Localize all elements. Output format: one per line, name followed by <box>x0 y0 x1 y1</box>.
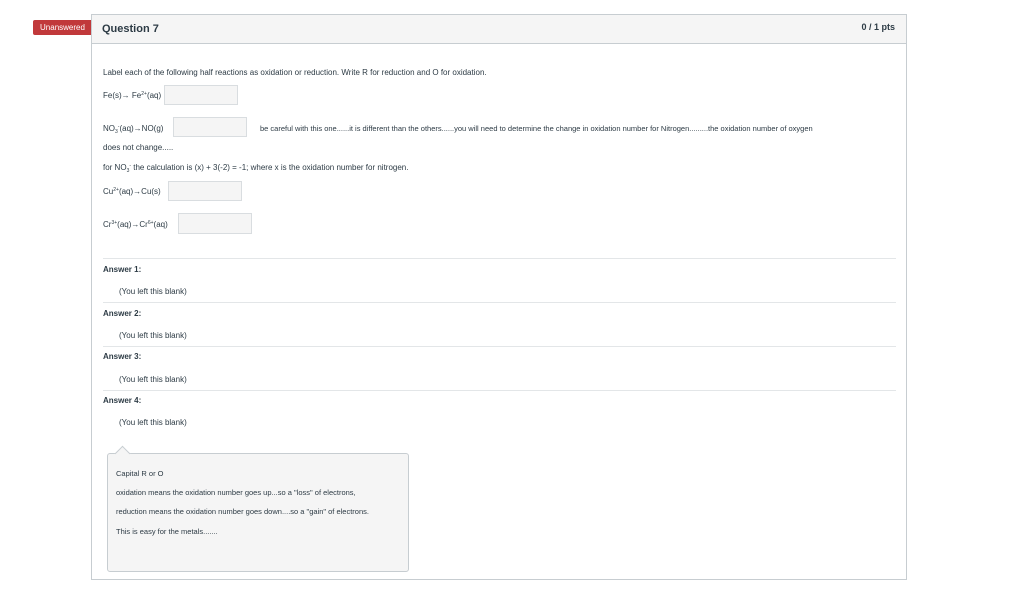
hint-line-1: be careful with this one......it is diff… <box>260 124 813 133</box>
reaction-3: Cu2+(aq)→Cu(s) <box>103 187 161 196</box>
reaction-1: Fe(s)→ Fe2+(aq) <box>103 91 162 100</box>
hint-line-2: does not change..... <box>103 143 174 152</box>
answer-4-field[interactable] <box>178 213 252 234</box>
calculation-note: for NO3- the calculation is (x) + 3(-2) … <box>103 163 409 174</box>
divider <box>103 390 896 391</box>
divider <box>103 302 896 303</box>
answer-2-field[interactable] <box>173 117 247 137</box>
comment-line: oxidation means the oxidation number goe… <box>116 488 356 497</box>
question-title: Question 7 <box>102 23 159 35</box>
answer-label: Answer 1: <box>103 265 142 274</box>
question-card: Question 7 0 / 1 pts Label each of the f… <box>91 14 907 580</box>
answer-label: Answer 3: <box>103 352 142 361</box>
reaction-4: Cr3+(aq)→Cr6+(aq) <box>103 220 168 229</box>
comment-line: reduction means the oxidation number goe… <box>116 507 369 516</box>
question-header: Question 7 0 / 1 pts <box>92 15 906 44</box>
answer-value: (You left this blank) <box>119 418 187 427</box>
answer-value: (You left this blank) <box>119 375 187 384</box>
comment-line: This is easy for the metals....... <box>116 527 218 536</box>
question-points: 0 / 1 pts <box>861 22 895 32</box>
comment-line: Capital R or O <box>116 469 164 478</box>
answer-value: (You left this blank) <box>119 287 187 296</box>
answer-value: (You left this blank) <box>119 331 187 340</box>
divider <box>103 258 896 259</box>
answer-3-field[interactable] <box>168 181 242 201</box>
answer-label: Answer 2: <box>103 309 142 318</box>
answer-label: Answer 4: <box>103 396 142 405</box>
answer-1-field[interactable] <box>164 85 238 105</box>
question-instruction: Label each of the following half reactio… <box>103 68 487 77</box>
status-badge: Unanswered <box>33 20 99 35</box>
divider <box>103 346 896 347</box>
reaction-2: NO3-(aq)→NO(g) <box>103 124 164 135</box>
feedback-comment: Capital R or O oxidation means the oxida… <box>107 453 409 572</box>
